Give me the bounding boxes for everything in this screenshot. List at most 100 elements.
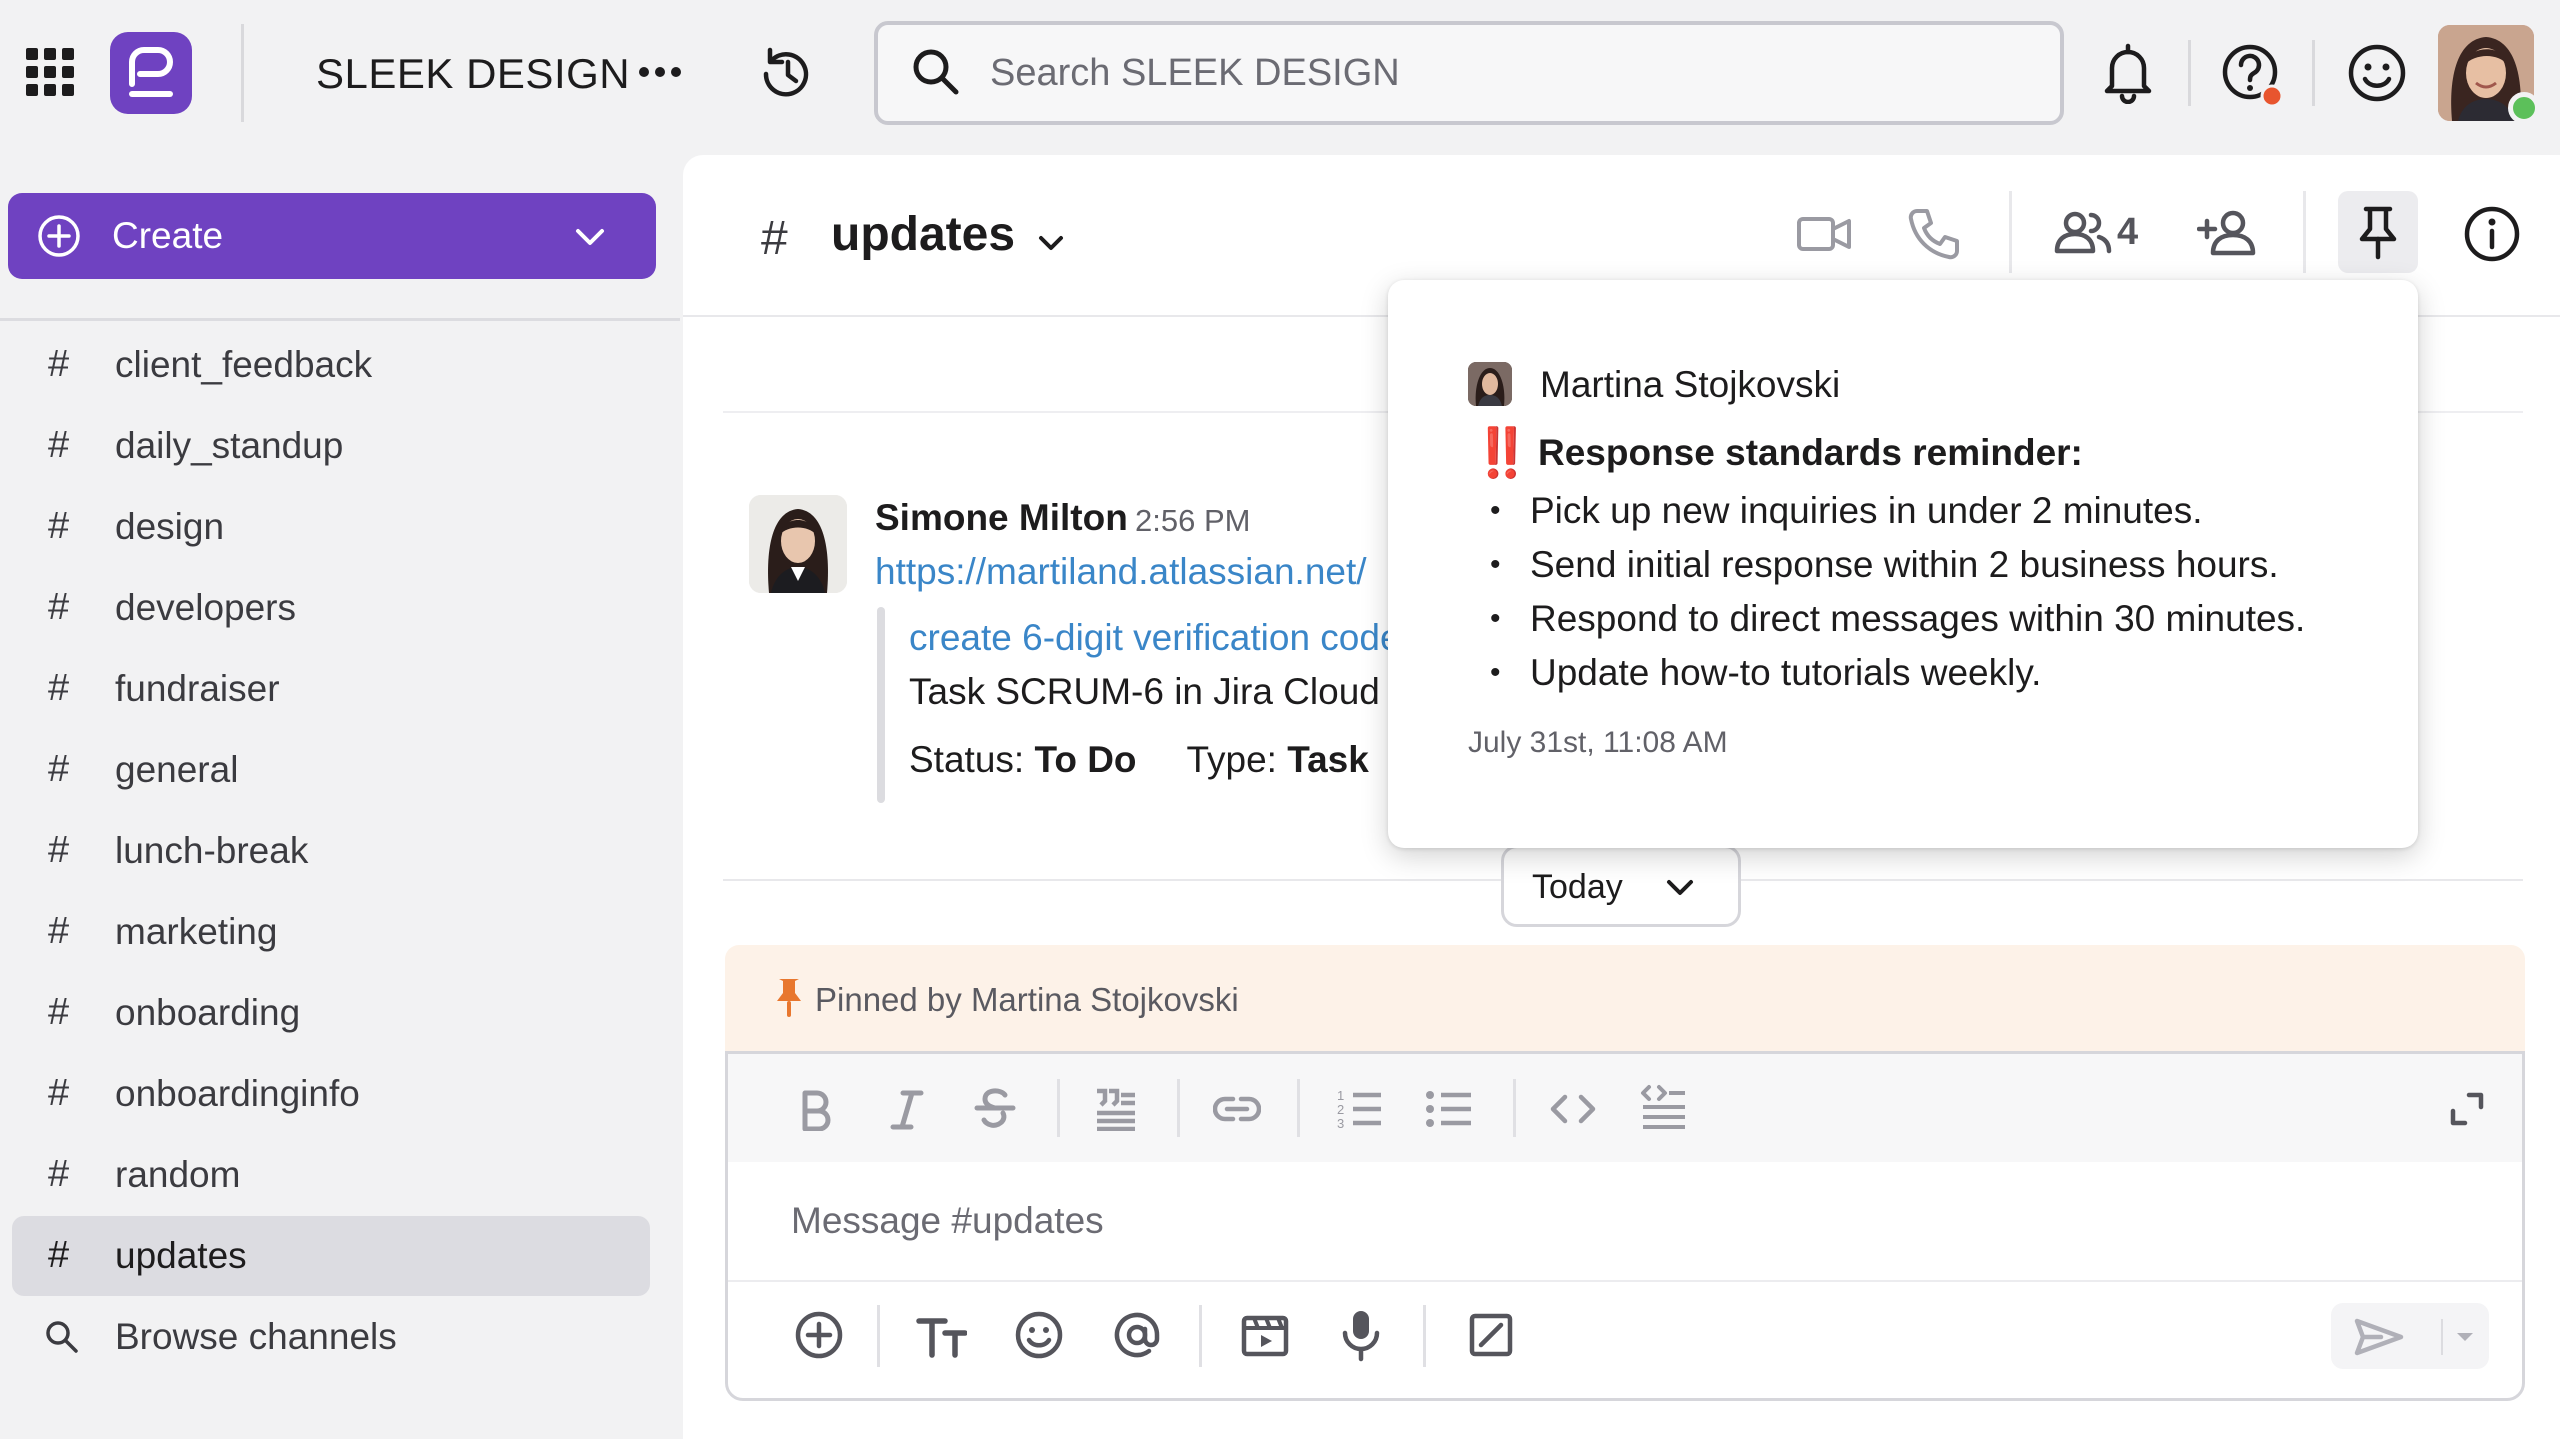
workspace-name[interactable]: SLEEK DESIGN bbox=[316, 50, 630, 98]
popover-list: Pick up new inquiries in under 2 minutes… bbox=[1490, 484, 2305, 700]
emoji-status-icon[interactable] bbox=[2346, 42, 2408, 104]
sidebar-item-developers[interactable]: # developers bbox=[12, 568, 650, 648]
toolbar-divider bbox=[1513, 1079, 1516, 1137]
svg-text:1: 1 bbox=[1337, 1088, 1344, 1103]
sidebar-item-browse-channels[interactable]: Browse channels bbox=[12, 1297, 650, 1377]
add-attachment-icon[interactable] bbox=[793, 1309, 845, 1361]
toolbar-divider bbox=[1177, 1079, 1180, 1137]
attachment-subtitle: Task SCRUM-6 in Jira Cloud bbox=[909, 671, 1380, 712]
pinned-messages-button[interactable] bbox=[2338, 191, 2418, 273]
strikethrough-icon[interactable] bbox=[973, 1085, 1017, 1131]
channel-hash-icon: # bbox=[48, 910, 70, 952]
list-item: Update how-to tutorials weekly. bbox=[1490, 646, 2305, 700]
online-status-indicator bbox=[2508, 92, 2540, 124]
popover-timestamp[interactable]: July 31st, 11:08 AM bbox=[1468, 726, 1728, 760]
sidebar-item-design[interactable]: # design bbox=[12, 487, 650, 567]
send-options-chevron-icon[interactable] bbox=[2453, 1325, 2477, 1349]
channel-name: general bbox=[115, 749, 239, 790]
sidebar-item-updates[interactable]: # updates bbox=[12, 1216, 650, 1296]
channel-hash-icon: # bbox=[48, 343, 70, 385]
toolbar-divider bbox=[1423, 1305, 1426, 1367]
top-bar: SLEEK DESIGN Search SLEEK DESIGN bbox=[0, 0, 2560, 150]
popover-author-avatar[interactable] bbox=[1468, 362, 1512, 406]
message-author[interactable]: Simone Milton bbox=[875, 497, 1128, 539]
sidebar-item-marketing[interactable]: # marketing bbox=[12, 892, 650, 972]
message-author-avatar[interactable] bbox=[749, 495, 847, 593]
search-icon bbox=[908, 44, 964, 100]
sidebar-item-onboardinginfo[interactable]: # onboardinginfo bbox=[12, 1054, 650, 1134]
channel-info-icon[interactable] bbox=[2463, 205, 2521, 263]
attachment-title-link[interactable]: create 6-digit verification code bbox=[909, 617, 1401, 659]
date-jump-button[interactable]: Today bbox=[1501, 845, 1741, 927]
text-format-icon[interactable] bbox=[915, 1315, 967, 1359]
code-block-icon[interactable] bbox=[1639, 1083, 1687, 1131]
attachment-fields: Status: To Do Type: Task bbox=[909, 739, 1369, 781]
bold-icon[interactable] bbox=[795, 1087, 835, 1131]
chevron-down-icon[interactable] bbox=[572, 219, 608, 255]
history-icon[interactable] bbox=[756, 44, 816, 104]
quote-block-icon[interactable] bbox=[1093, 1087, 1137, 1131]
ordered-list-icon[interactable]: 123 bbox=[1335, 1087, 1383, 1131]
channel-name: onboardinginfo bbox=[115, 1073, 360, 1114]
channel-name: fundraiser bbox=[115, 668, 280, 709]
help-icon[interactable] bbox=[2220, 42, 2286, 108]
status-label: Status: bbox=[909, 739, 1025, 780]
topbar-divider bbox=[2312, 40, 2315, 106]
video-clip-icon[interactable] bbox=[1239, 1309, 1291, 1361]
sidebar-item-daily_standup[interactable]: # daily_standup bbox=[12, 406, 650, 486]
channel-name: updates bbox=[115, 1235, 247, 1276]
message-link[interactable]: https://martiland.atlassian.net/ bbox=[875, 551, 1367, 593]
sidebar-item-general[interactable]: # general bbox=[12, 730, 650, 810]
pin-icon bbox=[773, 977, 805, 1019]
svg-text:2: 2 bbox=[1337, 1102, 1344, 1117]
channel-name: marketing bbox=[115, 911, 278, 952]
pin-icon bbox=[2354, 205, 2402, 261]
toolbar-divider bbox=[1297, 1079, 1300, 1137]
add-member-icon[interactable] bbox=[2197, 207, 2261, 259]
sidebar-item-client_feedback[interactable]: # client_feedback bbox=[12, 325, 650, 405]
channel-hash-icon: # bbox=[48, 991, 70, 1033]
sidebar: Create # client_feedback # daily_standup… bbox=[0, 150, 680, 1439]
list-item: Send initial response within 2 business … bbox=[1490, 538, 2305, 592]
channel-hash-icon: # bbox=[48, 748, 70, 790]
code-icon[interactable] bbox=[1549, 1089, 1597, 1129]
italic-icon[interactable] bbox=[887, 1087, 927, 1131]
sidebar-item-onboarding[interactable]: # onboarding bbox=[12, 973, 650, 1053]
phone-call-icon[interactable] bbox=[1905, 205, 1963, 263]
notifications-bell-icon[interactable] bbox=[2100, 42, 2156, 104]
search-placeholder: Search SLEEK DESIGN bbox=[990, 52, 1400, 94]
popover-author[interactable]: Martina Stojkovski bbox=[1540, 364, 1840, 406]
member-count[interactable]: 4 bbox=[2117, 211, 2138, 254]
send-icon[interactable] bbox=[2353, 1315, 2405, 1359]
header-divider bbox=[2009, 191, 2012, 273]
list-item: Pick up new inquiries in under 2 minutes… bbox=[1490, 484, 2305, 538]
slash-command-icon[interactable] bbox=[1467, 1311, 1515, 1359]
chevron-down-icon bbox=[1662, 870, 1698, 906]
channel-hash-icon: # bbox=[48, 424, 70, 466]
expand-composer-icon[interactable] bbox=[2447, 1089, 2487, 1129]
toolbar-divider bbox=[1199, 1305, 1202, 1367]
microphone-icon[interactable] bbox=[1339, 1307, 1383, 1363]
mention-icon[interactable] bbox=[1111, 1309, 1163, 1361]
message-timestamp[interactable]: 2:56 PM bbox=[1135, 503, 1250, 539]
bullet-list-icon[interactable] bbox=[1425, 1087, 1473, 1131]
attachment-quote-bar bbox=[877, 607, 885, 803]
channel-name: daily_standup bbox=[115, 425, 344, 466]
emoji-icon[interactable] bbox=[1013, 1309, 1065, 1361]
workspace-logo[interactable] bbox=[110, 32, 192, 114]
composer-divider bbox=[728, 1280, 2522, 1282]
send-divider bbox=[2441, 1319, 2443, 1355]
channel-title[interactable]: updates bbox=[831, 207, 1015, 262]
sidebar-item-fundraiser[interactable]: # fundraiser bbox=[12, 649, 650, 729]
link-icon[interactable] bbox=[1213, 1091, 1261, 1127]
members-icon[interactable] bbox=[2053, 207, 2113, 259]
more-options-icon[interactable] bbox=[636, 52, 684, 92]
sidebar-item-random[interactable]: # random bbox=[12, 1135, 650, 1215]
video-call-icon[interactable] bbox=[1795, 209, 1853, 259]
channel-chevron-down-icon[interactable] bbox=[1033, 225, 1069, 261]
message-input[interactable]: Message #updates bbox=[791, 1200, 1104, 1242]
app-grid-icon[interactable] bbox=[26, 48, 74, 96]
double-exclamation-emoji: ‼️ bbox=[1472, 427, 1532, 480]
sidebar-item-lunch-break[interactable]: # lunch-break bbox=[12, 811, 650, 891]
create-button[interactable]: Create bbox=[8, 193, 656, 279]
